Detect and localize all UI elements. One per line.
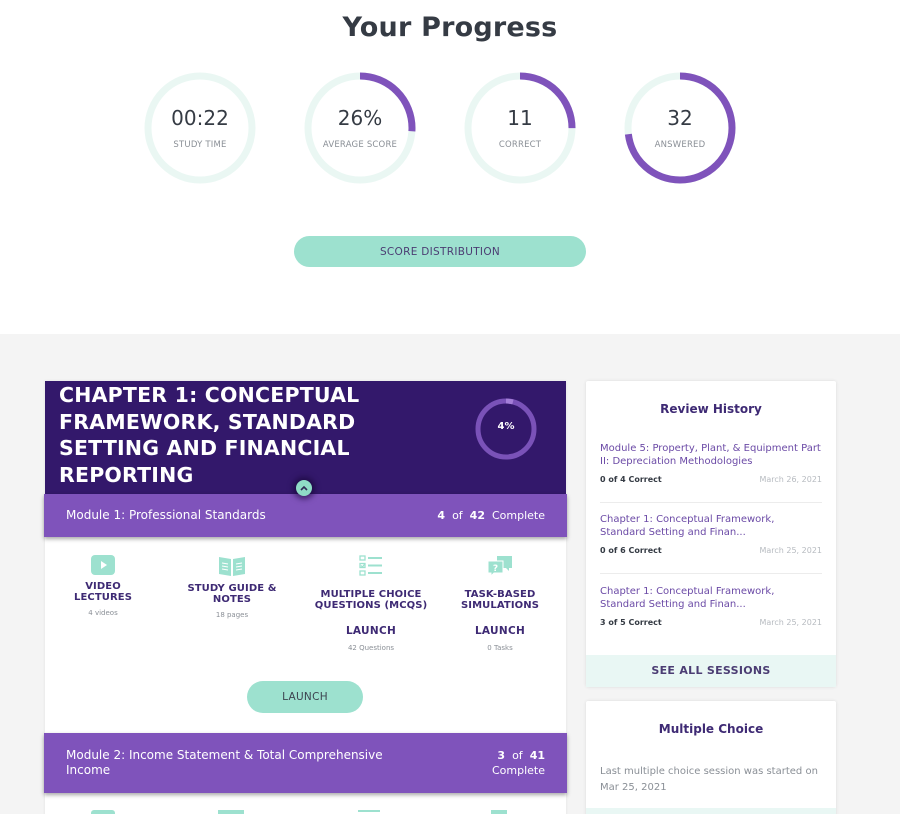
see-all-sessions-button[interactable]: SEE ALL SESSIONS: [586, 655, 836, 687]
resource-count: 4 videos: [88, 609, 118, 617]
module-progress-of: of: [512, 749, 523, 762]
svg-text:?: ?: [493, 564, 498, 574]
history-item-score: 3 of 5 Correct: [600, 618, 662, 627]
stat-average-score: 26% AVERAGE SCORE: [304, 72, 416, 184]
resource-title: MULTIPLE CHOICE QUESTIONS (MCQS): [314, 589, 428, 611]
module-progress-of: of: [452, 509, 463, 522]
chapter-header: CHAPTER 1: CONCEPTUAL FRAMEWORK, STANDAR…: [45, 381, 566, 494]
multiple-choice-last-session: Last multiple choice session was started…: [600, 766, 818, 793]
chapter-progress-ring: 4%: [474, 397, 538, 461]
resource-count: 0 Tasks: [487, 644, 513, 652]
stat-label: STUDY TIME: [173, 140, 227, 150]
open-book-icon: [219, 557, 245, 576]
stat-study-time: 00:22 STUDY TIME: [144, 72, 256, 184]
module-name: Module 2: Income Statement & Total Compr…: [66, 748, 383, 777]
resource-task-based-simulations[interactable]: ? TASK-BASED SIMULATIONS LAUNCH 0 Tasks: [452, 555, 548, 652]
history-item-date: March 25, 2021: [759, 618, 822, 627]
divider: [600, 573, 822, 574]
stat-value: 00:22: [171, 106, 229, 130]
question-chat-icon: [491, 810, 507, 814]
history-item-score: 0 of 4 Correct: [600, 475, 662, 484]
module-progress: 3 of 41 Complete: [492, 748, 545, 778]
launch-mcqs-link[interactable]: LAUNCH: [310, 625, 432, 637]
stat-label: CORRECT: [498, 140, 542, 150]
resource-video-lectures[interactable]: VIDEO LECTURES 4 videos: [57, 555, 149, 617]
checklist-icon: [358, 810, 380, 814]
video-play-icon: [91, 555, 115, 575]
history-item[interactable]: Chapter 1: Conceptual Framework, Standar…: [600, 586, 822, 630]
question-chat-icon: ?: [487, 556, 512, 577]
divider: [600, 502, 822, 503]
history-item-name[interactable]: Chapter 1: Conceptual Framework, Standar…: [600, 514, 822, 539]
module-complete-label: Complete: [491, 509, 545, 522]
stat-label: ANSWERED: [654, 140, 706, 150]
checklist-icon: [359, 555, 382, 576]
history-item-score: 0 of 6 Correct: [600, 546, 662, 555]
resource-count: 42 Questions: [347, 644, 395, 652]
history-item-date: March 25, 2021: [759, 546, 822, 555]
collapse-chapter-button[interactable]: [296, 480, 312, 496]
resource-title: STUDY GUIDE & NOTES: [187, 583, 277, 605]
multiple-choice-footer[interactable]: [586, 808, 836, 814]
resource-mcqs[interactable]: MULTIPLE CHOICE QUESTIONS (MCQS) LAUNCH 4…: [310, 555, 432, 652]
resource-study-guide[interactable]: STUDY GUIDE & NOTES 18 pages: [180, 555, 284, 619]
resource-title: TASK-BASED SIMULATIONS: [460, 589, 540, 611]
stat-value: 11: [507, 106, 533, 130]
history-item-name[interactable]: Chapter 1: Conceptual Framework, Standar…: [600, 586, 822, 611]
module-progress: 4 of 42 Complete: [437, 508, 545, 523]
resource-count: 18 pages: [215, 611, 249, 619]
review-history-card: Review History Module 5: Property, Plant…: [586, 381, 836, 687]
module-total-count: 41: [529, 749, 545, 762]
score-distribution-button[interactable]: SCORE DISTRIBUTION: [294, 236, 586, 267]
stat-answered: 32 ANSWERED: [624, 72, 736, 184]
stat-value: 32: [667, 106, 693, 130]
launch-module-button[interactable]: LAUNCH: [247, 681, 363, 713]
chapter-progress-label: 4%: [497, 421, 515, 432]
multiple-choice-title: Multiple Choice: [658, 722, 764, 736]
resource-title: VIDEO LECTURES: [73, 581, 133, 603]
chapter-title: CHAPTER 1: CONCEPTUAL FRAMEWORK, STANDAR…: [59, 383, 360, 487]
module-completed-count: 4: [437, 509, 446, 522]
video-play-icon: [91, 810, 115, 814]
history-item[interactable]: Module 5: Property, Plant, & Equipment P…: [600, 443, 822, 487]
history-item-name[interactable]: Module 5: Property, Plant, & Equipment P…: [600, 443, 822, 468]
module-1-header[interactable]: Module 1: Professional Standards 4 of 42…: [44, 494, 567, 537]
progress-section: [0, 0, 900, 334]
multiple-choice-card: Multiple Choice Last multiple choice ses…: [586, 701, 836, 814]
module-name: Module 1: Professional Standards: [66, 508, 266, 522]
module-completed-count: 3: [497, 749, 506, 762]
page-title: Your Progress: [342, 12, 558, 43]
module-total-count: 42: [469, 509, 485, 522]
module-complete-label: Complete: [491, 764, 545, 777]
stat-value: 26%: [337, 106, 383, 130]
review-history-title: Review History: [660, 402, 762, 416]
module-2-header[interactable]: Module 2: Income Statement & Total Compr…: [44, 733, 567, 793]
stat-correct: 11 CORRECT: [464, 72, 576, 184]
chevron-up-icon: [300, 485, 308, 491]
launch-simulations-link[interactable]: LAUNCH: [452, 625, 548, 637]
history-item[interactable]: Chapter 1: Conceptual Framework, Standar…: [600, 514, 822, 558]
stat-label: AVERAGE SCORE: [322, 140, 398, 150]
history-item-date: March 26, 2021: [759, 475, 822, 484]
open-book-icon: [218, 810, 244, 814]
